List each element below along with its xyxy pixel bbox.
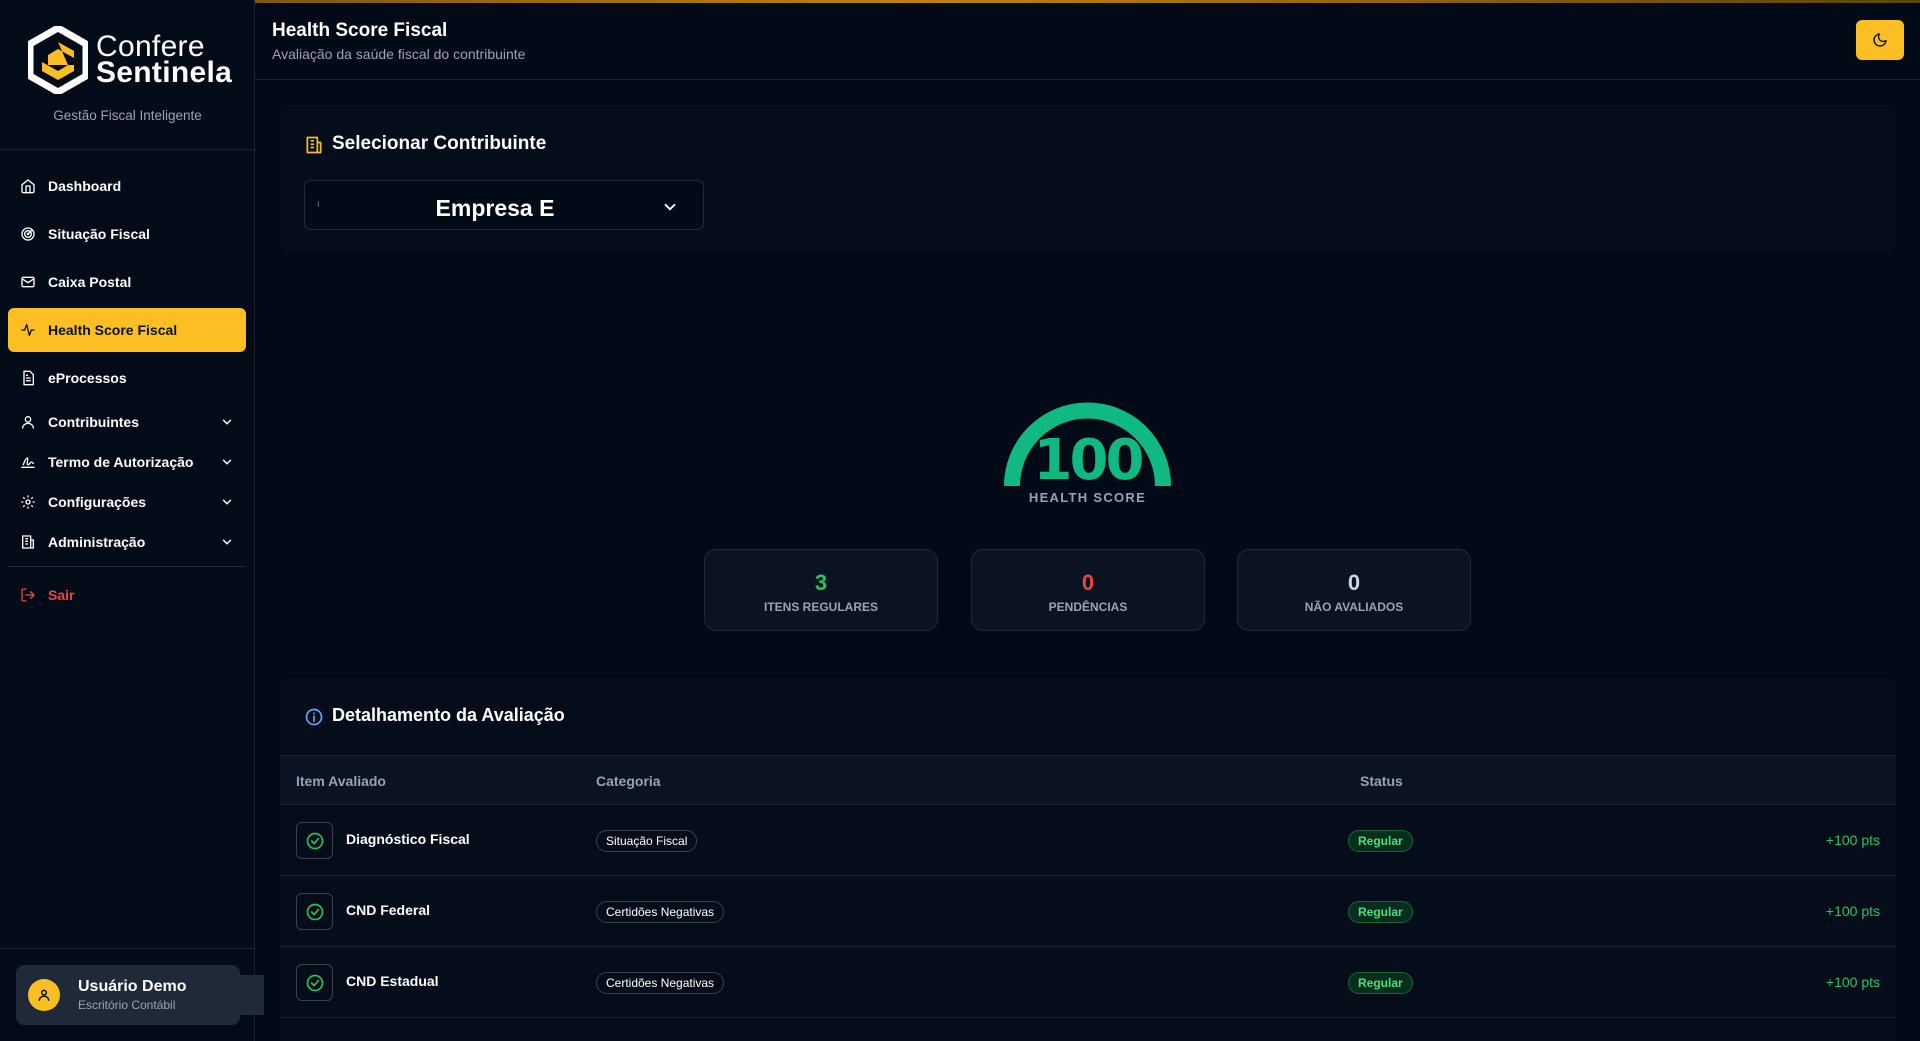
detail-title: Detalhamento da Avaliação bbox=[332, 705, 565, 725]
category-badge: Certidões Negativas bbox=[596, 972, 725, 994]
sidebar-item-dashboard[interactable]: Dashboard bbox=[8, 164, 246, 208]
page-title: Health Score Fiscal bbox=[272, 20, 448, 41]
category-badge: Certidões Negativas bbox=[596, 901, 725, 923]
info-icon bbox=[305, 708, 323, 726]
sidebar-item-termo-de-autorizacao[interactable]: Termo de Autorização bbox=[8, 444, 246, 480]
logout-button[interactable]: Sair bbox=[8, 577, 246, 613]
building-icon bbox=[306, 136, 322, 154]
sidebar-item-label: Termo de Autorização bbox=[48, 454, 194, 470]
activity-icon bbox=[21, 324, 35, 336]
building-icon bbox=[21, 535, 34, 549]
row-points: +100 pts bbox=[1825, 974, 1880, 990]
check-circle-icon bbox=[296, 822, 333, 859]
radar-icon bbox=[21, 227, 35, 241]
theme-toggle-button[interactable] bbox=[1856, 20, 1904, 60]
selected-contributor: Empresa E bbox=[435, 195, 555, 221]
stat-card-regulares: 3 ITENS REGULARES bbox=[704, 549, 938, 631]
nav-divider bbox=[8, 566, 246, 567]
sidebar-item-eprocessos[interactable]: eProcessos bbox=[8, 356, 246, 400]
sidebar-item-health-score-fiscal[interactable]: Health Score Fiscal bbox=[8, 308, 246, 352]
sidebar-item-label: eProcessos bbox=[48, 370, 127, 386]
contributor-select[interactable]: ı Empresa E bbox=[304, 180, 704, 230]
file-text-icon bbox=[23, 370, 34, 386]
stat-label: NÃO AVALIADOS bbox=[1304, 600, 1404, 614]
row-points: +100 pts bbox=[1825, 832, 1880, 848]
table-row: CND Estadual Certidões Negativas Regular… bbox=[280, 947, 1896, 1018]
chevron-down-icon bbox=[664, 203, 676, 211]
logo-icon bbox=[28, 26, 88, 94]
sidebar-item-label: Configurações bbox=[48, 494, 147, 510]
stat-card-nao-avaliados: 0 NÃO AVALIADOS bbox=[1237, 549, 1471, 631]
sidebar-item-label: Health Score Fiscal bbox=[48, 322, 178, 338]
health-score-gauge: 100 HEALTH SCORE bbox=[1000, 398, 1175, 508]
status-badge: Regular bbox=[1348, 972, 1413, 994]
table-row: Diagnóstico Fiscal Situação Fiscal Regul… bbox=[280, 805, 1896, 876]
health-score-label: HEALTH SCORE bbox=[1028, 490, 1147, 505]
sidebar: Confere Sentinela Gestão Fiscal Intelige… bbox=[0, 0, 264, 1041]
user-name: Usuário Demo bbox=[78, 978, 187, 995]
table-row: CND Federal Certidões Negativas Regular … bbox=[280, 876, 1896, 947]
sidebar-item-contribuintes[interactable]: Contribuintes bbox=[8, 404, 246, 440]
page-subtitle: Avaliação da saúde fiscal do contribuint… bbox=[272, 46, 526, 62]
health-score-value: 100 bbox=[1033, 428, 1145, 493]
chevron-down-icon bbox=[222, 419, 232, 425]
table-header: Item Avaliado Categoria Status bbox=[280, 755, 1896, 805]
user-role: Escritório Contábil bbox=[78, 998, 176, 1012]
stat-card-pendencias: 0 PENDÊNCIAS bbox=[971, 549, 1205, 631]
gear-icon bbox=[21, 495, 35, 509]
sidebar-item-administracao[interactable]: Administração bbox=[8, 524, 246, 560]
sidebar-item-situacao-fiscal[interactable]: Situação Fiscal bbox=[8, 212, 246, 256]
check-circle-icon bbox=[296, 964, 333, 1001]
chevron-down-icon bbox=[222, 539, 232, 545]
status-badge: Regular bbox=[1348, 830, 1413, 852]
row-item-name: CND Federal bbox=[346, 902, 431, 918]
logo-area: Confere Sentinela Gestão Fiscal Intelige… bbox=[0, 0, 254, 150]
sidebar-item-caixa-postal[interactable]: Caixa Postal bbox=[8, 260, 246, 304]
check-circle-icon bbox=[296, 893, 333, 930]
row-points: +100 pts bbox=[1825, 903, 1880, 919]
sidebar-item-label: Situação Fiscal bbox=[48, 226, 150, 242]
sidebar-item-configuracoes[interactable]: Configurações bbox=[8, 484, 246, 520]
sidebar-item-label: Contribuintes bbox=[48, 414, 139, 430]
category-badge: Situação Fiscal bbox=[596, 830, 698, 852]
column-header-status: Status bbox=[1360, 773, 1403, 789]
evaluation-detail-card: Detalhamento da Avaliação Item Avaliado … bbox=[280, 678, 1896, 1041]
column-header-category: Categoria bbox=[596, 773, 661, 789]
column-header-item: Item Avaliado bbox=[296, 773, 386, 789]
page-header: Health Score Fiscal Avaliação da saúde f… bbox=[255, 3, 1920, 80]
stat-label: PENDÊNCIAS bbox=[1048, 600, 1128, 614]
stat-value: 3 bbox=[814, 570, 828, 595]
avatar bbox=[28, 979, 60, 1011]
mail-icon bbox=[21, 276, 35, 288]
moon-icon bbox=[1873, 33, 1887, 47]
chevron-down-icon bbox=[222, 499, 232, 505]
user-icon bbox=[22, 416, 34, 429]
user-icon bbox=[38, 989, 50, 1001]
chevron-down-icon bbox=[222, 459, 232, 465]
sidebar-nav: Dashboard Situação Fiscal Caixa Postal H… bbox=[0, 150, 254, 613]
stat-label: ITENS REGULARES bbox=[763, 600, 878, 614]
signature-icon bbox=[21, 457, 35, 468]
logout-icon bbox=[21, 588, 35, 602]
contributor-selector-card: Selecionar Contribuinte ı Empresa E bbox=[280, 105, 1896, 253]
user-card[interactable]: Usuário Demo Escritório Contábil bbox=[16, 965, 264, 1025]
stat-value: 0 bbox=[1347, 570, 1361, 595]
row-item-name: Diagnóstico Fiscal bbox=[346, 831, 470, 847]
brand-name-line2: Sentinela bbox=[96, 56, 233, 89]
sidebar-divider bbox=[0, 948, 255, 949]
stat-value: 0 bbox=[1081, 570, 1095, 595]
sidebar-item-label: Caixa Postal bbox=[48, 274, 132, 290]
sidebar-item-label: Administração bbox=[48, 534, 146, 550]
home-icon bbox=[21, 179, 35, 194]
status-badge: Regular bbox=[1348, 901, 1413, 923]
sidebar-item-label: Dashboard bbox=[48, 178, 122, 194]
logout-label: Sair bbox=[48, 587, 75, 603]
row-item-name: CND Estadual bbox=[346, 973, 439, 989]
selector-title: Selecionar Contribuinte bbox=[332, 133, 547, 154]
brand-tagline: Gestão Fiscal Inteligente bbox=[53, 108, 202, 123]
